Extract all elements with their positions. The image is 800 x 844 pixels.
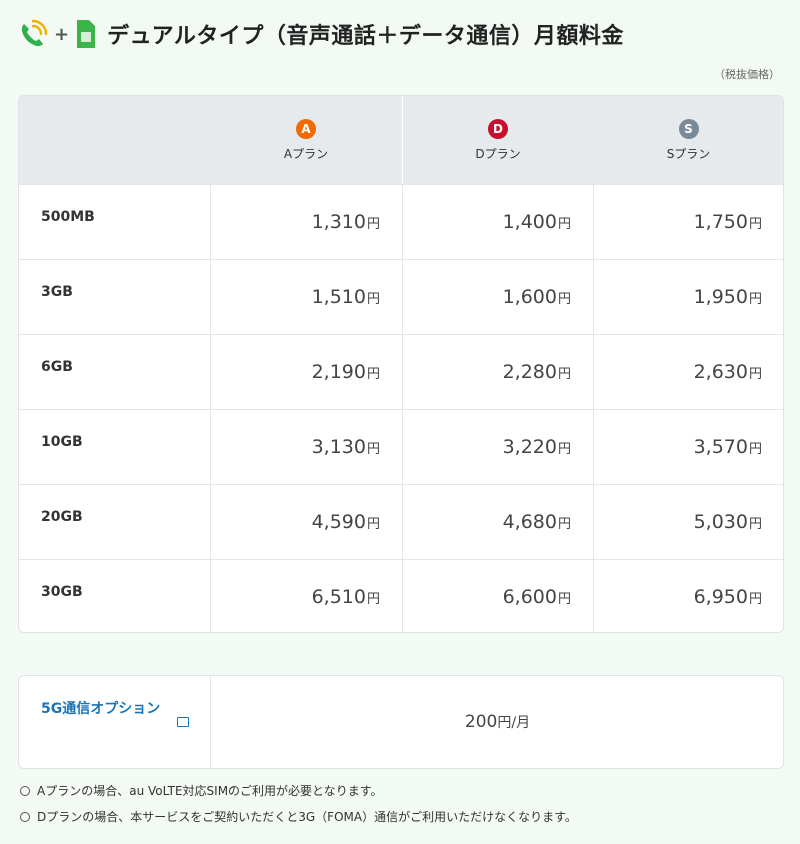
price-cell: 2,190 円 — [210, 335, 402, 409]
price-cell: 1,950 円 — [593, 260, 783, 334]
currency-unit: 円 — [748, 366, 762, 382]
price-cell: 3,130 円 — [210, 410, 402, 484]
price-value: 4,680 — [502, 511, 557, 533]
note-text: Aプランの場合、au VoLTE対応SIMのご利用が必要となります。 — [37, 784, 383, 798]
price-cell: 6,510 円 — [210, 560, 402, 632]
5g-option-price: 200 円/月 — [210, 676, 783, 768]
data-capacity-label: 10GB — [41, 434, 83, 450]
price-cell: 6,600 円 — [402, 560, 593, 632]
currency-unit: 円 — [366, 216, 380, 232]
price-value: 5,030 — [693, 511, 748, 533]
price-value: 2,190 — [311, 361, 366, 383]
data-capacity-label: 3GB — [41, 284, 73, 300]
bullet-circle-icon — [20, 812, 30, 822]
price-value: 1,310 — [311, 211, 366, 233]
5g-option-link[interactable]: 5G通信オプション — [41, 696, 181, 722]
price-value: 6,510 — [311, 586, 366, 608]
plan-s-name: Sプラン — [666, 146, 711, 161]
data-capacity-label: 20GB — [41, 509, 83, 525]
plan-d-badge: D — [488, 118, 508, 139]
plan-a-name: Aプラン — [283, 146, 329, 161]
price-value: 2,630 — [693, 361, 748, 383]
price-cell: 3,220 円 — [402, 410, 593, 484]
price-cell: 2,280 円 — [402, 335, 593, 409]
table-row: 6GB 2,190 円 2,280 円 2,630 円 — [19, 334, 783, 409]
price-cell: 5,030 円 — [593, 485, 783, 559]
currency-unit: 円 — [366, 516, 380, 532]
voice-call-icon — [21, 19, 48, 47]
page-header: + デュアルタイプ（音声通話＋データ通信）月額料金 — [16, 14, 624, 54]
price-value: 6,600 — [502, 586, 557, 608]
currency-unit: 円 — [748, 291, 762, 307]
price-value: 6,950 — [693, 586, 748, 608]
price-value: 1,510 — [311, 286, 366, 308]
price-table: A Aプラン D Dプラン S Sプラン 500MB 1,310 円 1,400 円 1,… — [18, 95, 784, 633]
data-capacity-label: 6GB — [41, 359, 73, 375]
price-value: 3,220 — [502, 436, 557, 458]
price-value: 4,590 — [311, 511, 366, 533]
currency-unit: 円 — [366, 441, 380, 457]
tax-note: （税抜価格） — [714, 68, 780, 81]
plan-s-badge: S — [678, 118, 699, 139]
bullet-circle-icon — [20, 786, 30, 796]
notes: Aプランの場合、au VoLTE対応SIMのご利用が必要となります。 Dプランの… — [20, 783, 577, 835]
plan-a-header: A Aプラン — [210, 96, 402, 184]
price-cell: 1,750 円 — [593, 185, 783, 259]
table-row: 20GB 4,590 円 4,680 円 5,030 円 — [19, 484, 783, 559]
currency-unit: 円 — [557, 516, 571, 532]
price-cell: 4,680 円 — [402, 485, 593, 559]
note-text: Dプランの場合、本サービスをご契約いただくと3G（FOMA）通信がご利用いただけ… — [37, 810, 577, 824]
currency-unit: 円 — [366, 366, 380, 382]
price-cell: 1,510 円 — [210, 260, 402, 334]
price-value: 1,950 — [693, 286, 748, 308]
price-value: 1,400 — [502, 211, 557, 233]
currency-unit: 円 — [748, 516, 762, 532]
5g-option-price-value: 200 — [464, 712, 498, 732]
page-title: デュアルタイプ（音声通話＋データ通信）月額料金 — [107, 24, 624, 49]
price-cell: 2,630 円 — [593, 335, 783, 409]
plan-a-badge: A — [296, 118, 316, 139]
plan-d-header: D Dプラン — [402, 96, 593, 184]
price-value: 3,570 — [693, 436, 748, 458]
price-value: 1,750 — [693, 211, 748, 233]
price-value: 1,600 — [502, 286, 557, 308]
plan-s-header: S Sプラン — [593, 96, 783, 184]
currency-unit: 円 — [748, 441, 762, 457]
price-cell: 1,400 円 — [402, 185, 593, 259]
currency-unit: 円 — [557, 591, 571, 607]
table-header: A Aプラン D Dプラン S Sプラン — [19, 96, 783, 184]
price-value: 2,280 — [502, 361, 557, 383]
5g-option-box: 5G通信オプション 200 円/月 — [18, 675, 784, 769]
5g-option-label-cell: 5G通信オプション — [19, 676, 210, 768]
price-cell: 1,310 円 — [210, 185, 402, 259]
price-cell: 1,600 円 — [402, 260, 593, 334]
currency-unit: 円 — [557, 291, 571, 307]
currency-unit: 円 — [557, 216, 571, 232]
currency-unit: 円 — [557, 366, 571, 382]
currency-unit: 円 — [748, 216, 762, 232]
note-item: Aプランの場合、au VoLTE対応SIMのご利用が必要となります。 — [20, 783, 577, 809]
currency-unit: 円 — [557, 441, 571, 457]
currency-unit: 円 — [748, 591, 762, 607]
currency-unit: 円 — [366, 291, 380, 307]
data-capacity-label: 500MB — [41, 209, 95, 225]
sim-card-icon — [77, 20, 96, 48]
5g-option-price-unit: 円/月 — [497, 715, 531, 731]
data-capacity-label: 30GB — [41, 584, 83, 600]
price-cell: 6,950 円 — [593, 560, 783, 632]
note-item: Dプランの場合、本サービスをご契約いただくと3G（FOMA）通信がご利用いただけ… — [20, 809, 577, 835]
plus-sign: + — [54, 23, 70, 45]
price-cell: 3,570 円 — [593, 410, 783, 484]
table-row: 3GB 1,510 円 1,600 円 1,950 円 — [19, 259, 783, 334]
external-link-icon[interactable] — [177, 717, 189, 727]
table-row: 30GB 6,510 円 6,600 円 6,950 円 — [19, 559, 783, 632]
price-value: 3,130 — [311, 436, 366, 458]
table-row: 10GB 3,130 円 3,220 円 3,570 円 — [19, 409, 783, 484]
price-cell: 4,590 円 — [210, 485, 402, 559]
currency-unit: 円 — [366, 591, 380, 607]
plan-d-name: Dプラン — [475, 146, 521, 161]
table-row: 500MB 1,310 円 1,400 円 1,750 円 — [19, 184, 783, 259]
